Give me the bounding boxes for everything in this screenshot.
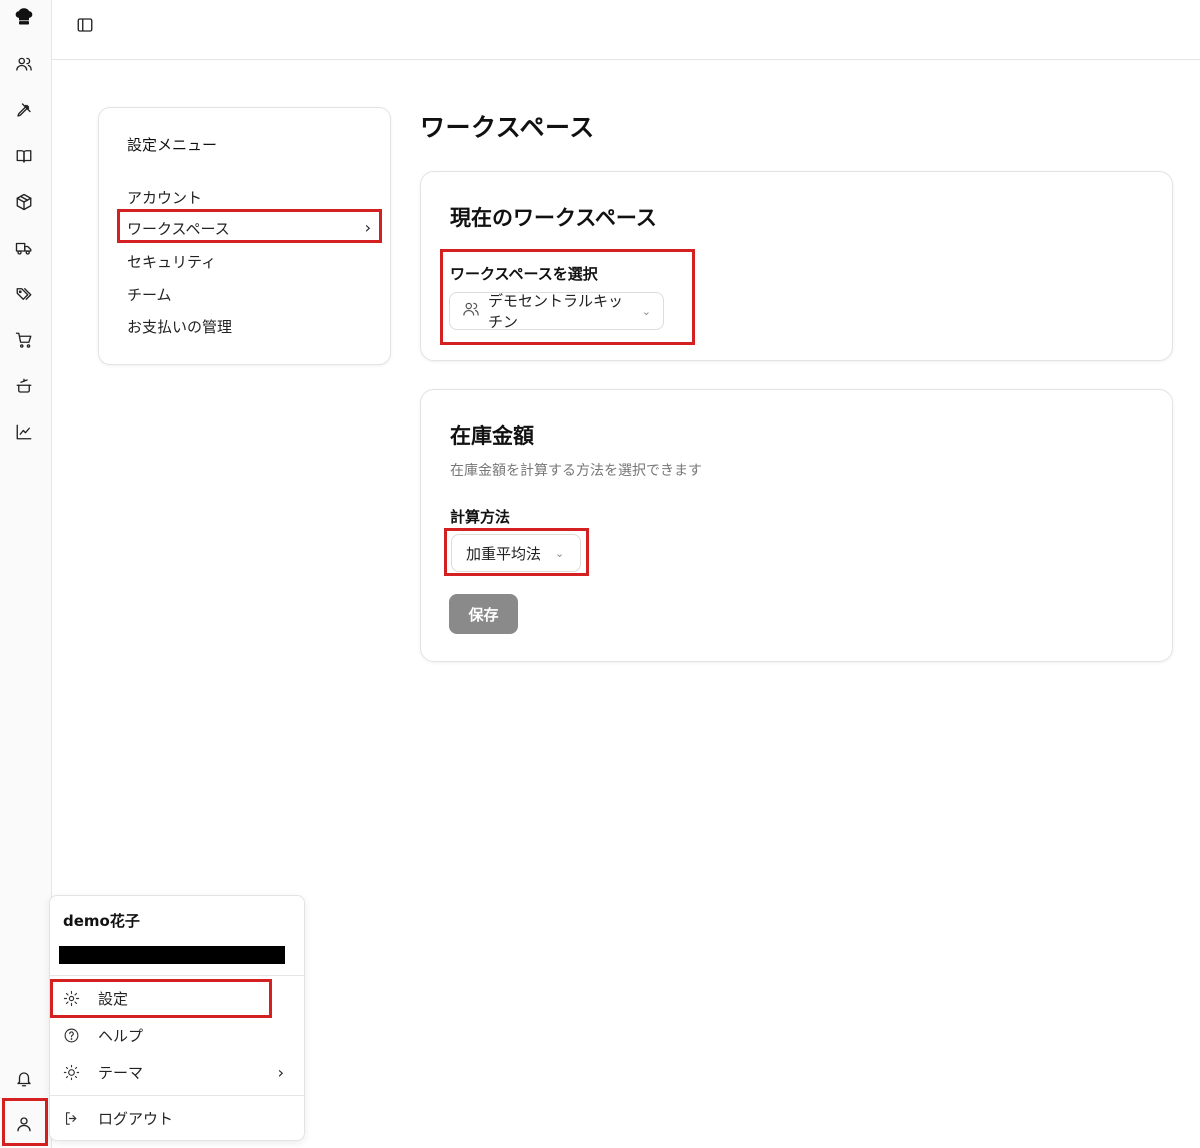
- current-workspace-title: 現在のワークスペース: [450, 206, 657, 230]
- chevron-right-icon: ›: [277, 1062, 284, 1082]
- user-menu-item-logout[interactable]: ログアウト: [63, 1104, 292, 1132]
- top-bar: [52, 0, 1200, 60]
- calc-method-select[interactable]: 加重平均法 ⌄: [451, 534, 581, 572]
- help-circle-icon: [64, 1028, 79, 1042]
- user-menu-item-settings[interactable]: 設定: [63, 984, 292, 1012]
- logout-icon: [65, 1111, 77, 1125]
- inventory-value-description: 在庫金額を計算する方法を選択できます: [450, 463, 702, 479]
- help-label: ヘルプ: [98, 1026, 144, 1045]
- workspace-select-value: デモセントラルキッチン: [488, 292, 624, 331]
- users-icon: [462, 300, 480, 322]
- divider: [50, 1095, 304, 1096]
- gear-icon: [63, 990, 80, 1006]
- settings-menu: 設定メニュー アカウント ワークスペース › セキュリティ チーム お支払いの管…: [98, 107, 391, 365]
- truck-icon[interactable]: [12, 236, 36, 260]
- workspace-select[interactable]: デモセントラルキッチン ⌄: [449, 292, 664, 331]
- inventory-value-card: 在庫金額 在庫金額を計算する方法を選択できます 計算方法 加重平均法 ⌄ 保存: [420, 389, 1173, 662]
- chef-hat-icon[interactable]: [12, 5, 36, 29]
- calc-method-label: 計算方法: [450, 508, 511, 526]
- workspace-select-label: ワークスペースを選択: [450, 265, 598, 283]
- theme-label: テーマ: [98, 1063, 144, 1082]
- book-icon[interactable]: [12, 144, 36, 168]
- divider: [50, 975, 304, 976]
- calc-method-value: 加重平均法: [466, 544, 542, 563]
- package-icon[interactable]: [12, 190, 36, 214]
- pen-icon[interactable]: [12, 98, 36, 122]
- cart-icon[interactable]: [12, 328, 36, 352]
- user-menu-item-help[interactable]: ヘルプ: [63, 1021, 292, 1049]
- user-menu-item-theme[interactable]: テーマ ›: [63, 1058, 292, 1086]
- current-workspace-card: 現在のワークスペース ワークスペースを選択 デモセントラルキッチン ⌄: [420, 171, 1173, 361]
- redacted-email: [59, 946, 285, 964]
- menu-item-team[interactable]: チーム: [127, 284, 172, 305]
- bell-icon[interactable]: [12, 1067, 36, 1091]
- icon-rail: [0, 0, 52, 1148]
- inventory-value-title: 在庫金額: [450, 424, 534, 448]
- sidebar-toggle-icon[interactable]: [76, 16, 96, 36]
- settings-label: 設定: [98, 989, 129, 1008]
- save-button[interactable]: 保存: [449, 594, 518, 634]
- sun-icon: [63, 1064, 80, 1080]
- tags-icon[interactable]: [12, 282, 36, 306]
- menu-item-security[interactable]: セキュリティ: [127, 251, 216, 272]
- menu-item-billing[interactable]: お支払いの管理: [127, 316, 232, 337]
- page-title: ワークスペース: [420, 113, 595, 142]
- chevron-down-icon: ⌄: [555, 546, 565, 560]
- menu-item-account[interactable]: アカウント: [127, 187, 202, 208]
- cooking-pot-icon[interactable]: [12, 374, 36, 398]
- user-name: demo花子: [63, 912, 140, 930]
- chart-icon[interactable]: [12, 420, 36, 444]
- chevron-down-icon: ⌄: [641, 304, 651, 318]
- users-icon[interactable]: [12, 52, 36, 76]
- user-menu: demo花子 設定 ヘルプ テーマ › ログアウト: [49, 895, 305, 1141]
- menu-item-workspace[interactable]: ワークスペース ›: [117, 209, 382, 243]
- chevron-right-icon: ›: [364, 218, 371, 237]
- settings-menu-title: 設定メニュー: [127, 136, 218, 154]
- menu-item-workspace-label: ワークスペース: [127, 220, 230, 238]
- user-icon-highlight: [2, 1098, 48, 1146]
- logout-label: ログアウト: [98, 1109, 174, 1128]
